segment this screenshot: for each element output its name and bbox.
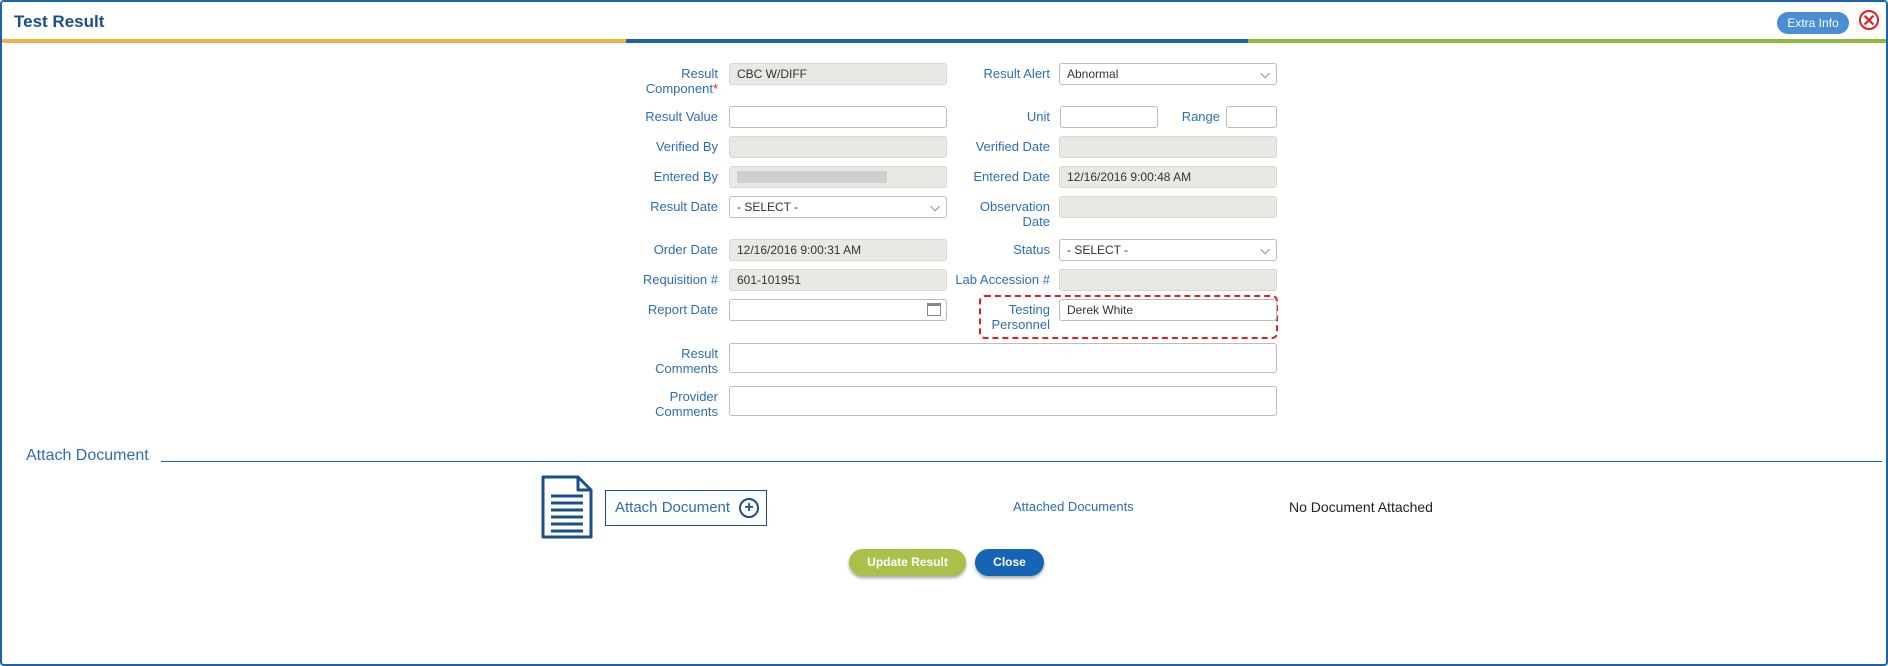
result-alert-value: Abnormal: [1067, 67, 1119, 81]
observation-date-field[interactable]: [1059, 196, 1277, 218]
entered-date-label: Entered Date: [973, 169, 1050, 184]
required-mark: *: [712, 81, 718, 96]
title-bar: Test Result Extra Info ✕: [2, 2, 1886, 42]
attach-document-button[interactable]: Attach Document +: [605, 490, 767, 526]
attached-documents-link[interactable]: Attached Documents: [1013, 499, 1134, 514]
attach-document-label: Attach Document: [615, 499, 731, 516]
close-button[interactable]: Close: [975, 549, 1044, 576]
provider-comments-input[interactable]: [729, 386, 1277, 416]
unit-label: Unit: [1026, 109, 1050, 124]
lab-accession-label: Lab Accession #: [955, 272, 1050, 287]
verified-by-label: Verified By: [655, 139, 718, 154]
chevron-down-icon: ⌵: [1260, 242, 1270, 257]
provider-comments-label: Provider Comments: [655, 389, 718, 419]
result-date-value: - SELECT -: [737, 200, 799, 214]
document-icon: [541, 475, 593, 539]
status-value: - SELECT -: [1067, 243, 1129, 257]
status-label: Status: [1013, 242, 1050, 257]
unit-input[interactable]: [1060, 106, 1158, 128]
result-value-input[interactable]: [729, 106, 947, 128]
result-alert-select[interactable]: Abnormal ⌵: [1059, 63, 1277, 85]
status-select[interactable]: - SELECT - ⌵: [1059, 239, 1277, 261]
attach-section-title: Attach Document: [26, 447, 149, 464]
plus-circle-icon: +: [739, 498, 759, 518]
verified-date-label: Verified Date: [975, 139, 1050, 154]
testing-personnel-input[interactable]: Derek White: [1059, 299, 1277, 321]
result-component-field[interactable]: CBC W/DIFF: [729, 63, 947, 85]
dialog-title: Test Result: [14, 12, 105, 31]
range-label: Range: [1181, 109, 1220, 124]
chevron-down-icon: ⌵: [930, 199, 940, 214]
accent-stripe-green: [1248, 39, 1886, 43]
range-input[interactable]: [1226, 106, 1277, 128]
section-divider: [161, 461, 1882, 462]
lab-accession-field[interactable]: [1059, 269, 1277, 291]
accent-stripe-blue: [626, 39, 1248, 43]
result-value-label: Result Value: [645, 109, 718, 124]
verified-date-field[interactable]: [1059, 136, 1277, 158]
calendar-icon[interactable]: [927, 303, 941, 316]
report-date-input[interactable]: [729, 299, 947, 321]
result-date-label: Result Date: [650, 199, 718, 214]
testing-personnel-label: Testing Personnel: [991, 302, 1050, 332]
chevron-down-icon: ⌵: [1260, 66, 1270, 81]
order-date-label: Order Date: [653, 242, 718, 257]
result-component-label: Result Component*: [622, 66, 718, 96]
result-comments-label: Result Comments: [655, 346, 718, 376]
redacted-name: [737, 170, 887, 183]
entered-by-label: Entered By: [653, 169, 718, 184]
report-date-label: Report Date: [647, 302, 718, 317]
result-comments-input[interactable]: [729, 343, 1277, 373]
update-result-button[interactable]: Update Result: [849, 549, 966, 576]
entered-by-field[interactable]: [729, 166, 947, 188]
test-result-dialog: Test Result Extra Info ✕ Result Componen…: [0, 0, 1888, 666]
accent-stripe-orange: [2, 39, 626, 43]
no-document-status: No Document Attached: [1289, 499, 1433, 515]
requisition-field[interactable]: 601-101951: [729, 269, 947, 291]
entered-date-field[interactable]: 12/16/2016 9:00:48 AM: [1059, 166, 1277, 188]
observation-date-label: Observation Date: [979, 199, 1050, 229]
extra-info-button[interactable]: Extra Info: [1777, 12, 1849, 34]
verified-by-field[interactable]: [729, 136, 947, 158]
close-icon[interactable]: ✕: [1859, 10, 1879, 30]
order-date-field[interactable]: 12/16/2016 9:00:31 AM: [729, 239, 947, 261]
result-alert-label: Result Alert: [983, 66, 1050, 81]
result-date-select[interactable]: - SELECT - ⌵: [729, 196, 947, 218]
result-component-label-text: Result Component: [645, 66, 718, 96]
requisition-label: Requisition #: [642, 272, 718, 287]
